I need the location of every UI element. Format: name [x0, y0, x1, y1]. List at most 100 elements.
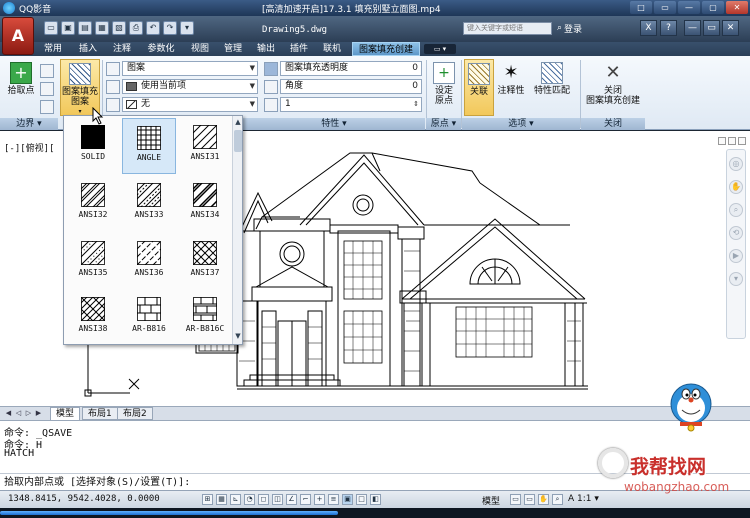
object-snap-tracking-icon[interactable]: ∠	[286, 494, 297, 505]
new-file-icon[interactable]: ▭	[44, 21, 58, 35]
snap-mode-icon[interactable]: ⊞	[202, 494, 213, 505]
pattern-solid-swatch	[81, 125, 105, 149]
quick-properties-icon[interactable]: □	[356, 494, 367, 505]
cad-minimize-button[interactable]: —	[684, 20, 701, 36]
panel-close-footer[interactable]: 关闭	[581, 118, 645, 130]
login-button[interactable]: 登录	[564, 22, 582, 35]
exchange-icon[interactable]: X	[640, 20, 657, 36]
hatch-color-select[interactable]: 使用当前项 ▼	[122, 79, 258, 94]
pick-points-button[interactable]: + 拾取点	[6, 62, 36, 96]
pattern-ar-b816[interactable]: AR-B816	[122, 290, 176, 346]
player-pin-button[interactable]: ▭	[654, 1, 676, 14]
player-minimize-button[interactable]: —	[678, 1, 700, 14]
hatch-type-select[interactable]: 图案 ▼	[122, 61, 258, 76]
pattern-ansi38[interactable]: ANSI38	[66, 290, 120, 346]
panel-properties-footer[interactable]: 特性 ▾	[243, 118, 425, 130]
scroll-thumb[interactable]	[234, 130, 242, 152]
pattern-name: ANSI33	[134, 210, 164, 219]
quick-view-layouts-icon[interactable]: ▭	[510, 494, 521, 505]
scale-field[interactable]: 1 ⇕	[280, 97, 422, 112]
help-icon[interactable]: ?	[660, 20, 677, 36]
application-menu-button[interactable]: A	[2, 17, 34, 55]
tab-parametric[interactable]: 参数化	[143, 42, 179, 56]
transparency-toggle-icon[interactable]: ▣	[342, 494, 353, 505]
pan-status-icon[interactable]: ✋	[538, 494, 549, 505]
panel-boundary-footer[interactable]: 边界 ▾	[0, 118, 58, 130]
customize-quick-access-icon[interactable]: ▾	[180, 21, 194, 35]
match-properties-button[interactable]: 特性匹配	[530, 62, 574, 96]
dynamic-ucs-icon[interactable]: ⌐	[300, 494, 311, 505]
panel-origin-footer[interactable]: 原点 ▾	[426, 118, 461, 130]
pattern-angle[interactable]: ANGLE	[122, 118, 176, 174]
tab-home[interactable]: 常用	[40, 42, 66, 56]
annotation-scale[interactable]: A 1:1 ▾	[568, 494, 599, 504]
pattern-ar-b816c[interactable]: AR-B816C	[178, 290, 232, 346]
model-space-toggle[interactable]: 模型	[482, 494, 500, 507]
scroll-up-icon[interactable]: ▲	[233, 118, 243, 128]
pattern-ansi35[interactable]: ANSI35	[66, 234, 120, 290]
undo-icon[interactable]: ↶	[146, 21, 160, 35]
last-layout-icon[interactable]: ▶	[34, 409, 43, 418]
tab-insert[interactable]: 插入	[75, 42, 101, 56]
pattern-ansi37[interactable]: ANSI37	[178, 234, 232, 290]
player-close-button[interactable]: ✕	[726, 1, 748, 14]
next-layout-icon[interactable]: ▷	[24, 409, 33, 418]
tab-manage[interactable]: 管理	[220, 42, 246, 56]
tab-model[interactable]: 模型	[50, 407, 81, 420]
pattern-ansi31[interactable]: ANSI31	[178, 118, 232, 174]
tab-layout1[interactable]: 布局1	[82, 407, 118, 420]
tab-plugins[interactable]: 插件	[286, 42, 312, 56]
save-file-icon[interactable]: ▤	[78, 21, 92, 35]
scroll-down-icon[interactable]: ▼	[233, 332, 243, 342]
tab-layout2[interactable]: 布局2	[117, 407, 153, 420]
pattern-ansi36[interactable]: ANSI36	[122, 234, 176, 290]
tab-annotate[interactable]: 注释	[109, 42, 135, 56]
transparency-field[interactable]: 图案填充透明度 0	[280, 61, 422, 76]
polar-tracking-icon[interactable]: ◔	[244, 494, 255, 505]
tab-online[interactable]: 联机	[319, 42, 345, 56]
cad-close-button[interactable]: ✕	[722, 20, 739, 36]
first-layout-icon[interactable]: ◀	[4, 409, 13, 418]
annotative-button[interactable]: ✶ 注释性	[496, 62, 526, 96]
zoom-status-icon[interactable]: ⌕	[552, 494, 563, 505]
pattern-ansi32[interactable]: ANSI32	[66, 176, 120, 232]
open-file-icon[interactable]: ▣	[61, 21, 75, 35]
tab-hatch-creation[interactable]: 图案填充创建	[352, 42, 420, 56]
lineweight-icon[interactable]: ≡	[328, 494, 339, 505]
ortho-mode-icon[interactable]: ⊾	[230, 494, 241, 505]
panel-options-footer[interactable]: 选项 ▾	[462, 118, 580, 130]
select-objects-icon[interactable]	[40, 64, 54, 78]
search-input[interactable]: 键入关键字或短语	[463, 22, 552, 35]
prev-layout-icon[interactable]: ◁	[14, 409, 23, 418]
player-progress-bar[interactable]	[0, 508, 750, 518]
gallery-scrollbar[interactable]: ▲ ▼	[232, 116, 242, 344]
tab-view[interactable]: 视图	[187, 42, 213, 56]
quick-view-drawings-icon[interactable]: ▭	[524, 494, 535, 505]
recreate-boundary-icon[interactable]	[40, 100, 54, 114]
selection-cycling-icon[interactable]: ◧	[370, 494, 381, 505]
command-prompt-input[interactable]: 拾取内部点或 [选择对象(S)/设置(T)]:	[0, 473, 750, 491]
player-mini-button[interactable]: □	[630, 1, 652, 14]
print-icon[interactable]: ⎙	[129, 21, 143, 35]
set-origin-button[interactable]: + 设定 原点	[430, 62, 458, 106]
object-snap-icon[interactable]: ◻	[258, 494, 269, 505]
3d-object-snap-icon[interactable]: ◫	[272, 494, 283, 505]
tab-output[interactable]: 输出	[253, 42, 279, 56]
remove-boundary-icon[interactable]	[40, 82, 54, 96]
associative-button[interactable]: 关联	[464, 59, 494, 116]
player-maximize-button[interactable]: ▢	[702, 1, 724, 14]
pattern-ansi34[interactable]: ANSI34	[178, 176, 232, 232]
cad-restore-button[interactable]: ▭	[703, 20, 720, 36]
pattern-ansi33[interactable]: ANSI33	[122, 176, 176, 232]
redo-icon[interactable]: ↷	[163, 21, 177, 35]
close-hatch-creation-button[interactable]: ✕ 关闭 图案填充创建	[584, 62, 642, 106]
background-color-select[interactable]: 无 ▼	[122, 97, 258, 112]
dynamic-input-icon[interactable]: +	[314, 494, 325, 505]
save-as-icon[interactable]: ▦	[95, 21, 109, 35]
tab-options-button[interactable]: ▭ ▾	[424, 44, 456, 54]
scale-value: 1	[285, 99, 291, 109]
publish-icon[interactable]: ▧	[112, 21, 126, 35]
angle-field[interactable]: 角度 0	[280, 79, 422, 94]
grid-display-icon[interactable]: ▦	[216, 494, 227, 505]
pattern-solid[interactable]: SOLID	[66, 118, 120, 174]
